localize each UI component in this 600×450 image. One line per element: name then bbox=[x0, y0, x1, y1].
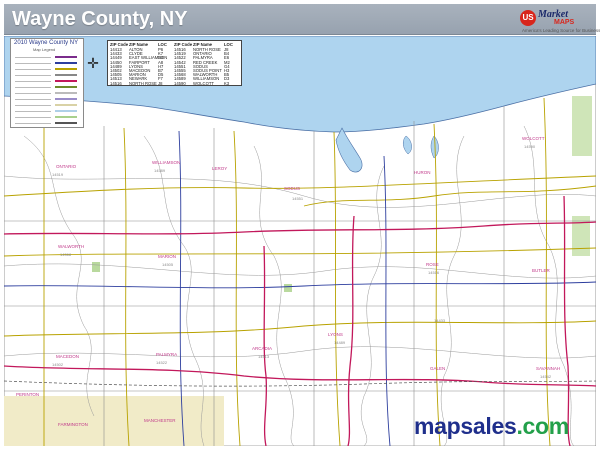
legend-row bbox=[15, 85, 79, 89]
place-label[interactable]: HURON bbox=[414, 170, 431, 175]
legend-row bbox=[15, 103, 79, 107]
place-label[interactable]: LYONS bbox=[328, 332, 343, 337]
legend-label-placeholder bbox=[15, 87, 51, 88]
zip-table-cell: 14590 bbox=[174, 80, 186, 86]
park-area bbox=[92, 262, 100, 272]
logo-tagline: America's Leading Source for Business Ma… bbox=[522, 28, 600, 33]
legend-label-placeholder bbox=[15, 123, 51, 124]
zip-label: 14590 bbox=[524, 144, 536, 149]
legend-label-placeholder bbox=[15, 69, 51, 70]
place-label[interactable]: MARION bbox=[158, 254, 176, 259]
legend-label-placeholder bbox=[15, 117, 51, 118]
legend-swatch bbox=[55, 74, 77, 76]
legend-swatch bbox=[55, 122, 77, 124]
place-label[interactable]: SODUS bbox=[284, 186, 300, 191]
place-label[interactable]: FARMINGTON bbox=[58, 422, 88, 427]
legend-row bbox=[15, 97, 79, 101]
legend-label-placeholder bbox=[15, 93, 51, 94]
zip-label: 14433 bbox=[434, 318, 446, 323]
place-label[interactable]: PERINTON bbox=[16, 392, 39, 397]
park-area bbox=[572, 96, 592, 156]
lake-ontario bbox=[4, 36, 596, 133]
legend-row bbox=[15, 121, 79, 125]
mapsales-watermark: mapsales.com bbox=[414, 413, 569, 440]
map-graphics bbox=[4, 36, 596, 446]
legend-row bbox=[15, 67, 79, 71]
zip-label: 14589 bbox=[154, 168, 166, 173]
pond bbox=[403, 135, 412, 155]
zip-table-cell: 14516 bbox=[110, 80, 122, 86]
watermark-name: mapsales bbox=[414, 413, 517, 439]
zip-label: 14519 bbox=[52, 172, 64, 177]
legend-swatch bbox=[55, 62, 77, 64]
legend-swatch bbox=[55, 104, 77, 106]
zip-label: 14542 bbox=[540, 374, 552, 379]
place-label[interactable]: SAVANNAH bbox=[536, 366, 560, 371]
zip-table-row: 14516 NORTH ROSE J8 14590 WOLCOTT K3 bbox=[108, 81, 241, 86]
legend-label-placeholder bbox=[15, 75, 51, 76]
zip-table-cell: NORTH ROSE bbox=[129, 80, 157, 86]
legend-row bbox=[15, 91, 79, 95]
legend-row bbox=[15, 109, 79, 113]
zip-label: 14513 bbox=[258, 354, 270, 359]
legend-swatch bbox=[55, 116, 77, 118]
market-maps-logo[interactable]: US Market MAPS America's Leading Source … bbox=[520, 9, 600, 37]
place-label[interactable]: PALMYRA bbox=[156, 352, 177, 357]
zip-table-cell: J8 bbox=[158, 80, 163, 86]
zip-label: 14489 bbox=[334, 340, 346, 345]
zip-table-cell: WOLCOTT bbox=[193, 80, 214, 86]
zip-code-table: ZIP Code ZIP Name LOC ZIP Code ZIP Name … bbox=[107, 40, 242, 86]
legend-row bbox=[15, 79, 79, 83]
logo-line-2: MAPS bbox=[554, 19, 575, 26]
zip-label: 14505 bbox=[162, 262, 174, 267]
map-legend: 2010 Wayne County NY Map Legend bbox=[10, 38, 84, 128]
legend-row bbox=[15, 73, 79, 77]
place-label[interactable]: ROSE bbox=[426, 262, 439, 267]
map-canvas[interactable]: 2010 Wayne County NY Map Legend ✛ ZIP Co… bbox=[4, 36, 596, 446]
place-label[interactable]: WILLIAMSON bbox=[152, 160, 180, 165]
legend-row bbox=[15, 55, 79, 59]
legend-label-placeholder bbox=[15, 105, 51, 106]
title-bar: Wayne County, NY US Market MAPS America'… bbox=[4, 4, 600, 37]
legend-title: 2010 Wayne County NY bbox=[14, 40, 79, 46]
zip-label: 14522 bbox=[156, 360, 168, 365]
zip-table-cell: K3 bbox=[224, 80, 230, 86]
place-label[interactable]: LEROY bbox=[212, 166, 227, 171]
legend-row bbox=[15, 115, 79, 119]
legend-swatch bbox=[55, 80, 77, 82]
logo-badge: US bbox=[520, 10, 536, 26]
place-label[interactable]: ARCADIA bbox=[252, 346, 272, 351]
place-label[interactable]: GALEN bbox=[430, 366, 445, 371]
place-label[interactable]: BUTLER bbox=[532, 268, 550, 273]
zip-label: 14551 bbox=[292, 196, 304, 201]
legend-swatch bbox=[55, 86, 77, 88]
legend-swatch bbox=[55, 92, 77, 94]
place-label[interactable]: WALWORTH bbox=[58, 244, 84, 249]
legend-label-placeholder bbox=[15, 99, 51, 100]
compass-icon: ✛ bbox=[87, 55, 99, 71]
legend-label-placeholder bbox=[15, 57, 51, 58]
place-label[interactable]: WOLCOTT bbox=[522, 136, 545, 141]
place-label[interactable]: ONTARIO bbox=[56, 164, 76, 169]
legend-swatch bbox=[55, 68, 77, 70]
zip-label: 14568 bbox=[60, 252, 72, 257]
legend-label-placeholder bbox=[15, 63, 51, 64]
zip-label: 14502 bbox=[52, 362, 64, 367]
legend-swatch bbox=[55, 110, 77, 112]
legend-row bbox=[15, 61, 79, 65]
southern-shaded-area bbox=[4, 396, 224, 446]
sodus-bay bbox=[335, 127, 363, 173]
map-title: Wayne County, NY bbox=[12, 8, 188, 30]
place-label[interactable]: MANCHESTER bbox=[144, 418, 176, 423]
legend-swatch bbox=[55, 98, 77, 100]
zip-label: 14516 bbox=[428, 270, 440, 275]
legend-swatch bbox=[55, 56, 77, 58]
park-area bbox=[284, 284, 292, 292]
legend-label-placeholder bbox=[15, 111, 51, 112]
watermark-tld: .com bbox=[516, 413, 569, 439]
legend-subtitle: Map Legend bbox=[33, 47, 56, 52]
legend-label-placeholder bbox=[15, 81, 51, 82]
place-label[interactable]: MACEDON bbox=[56, 354, 79, 359]
